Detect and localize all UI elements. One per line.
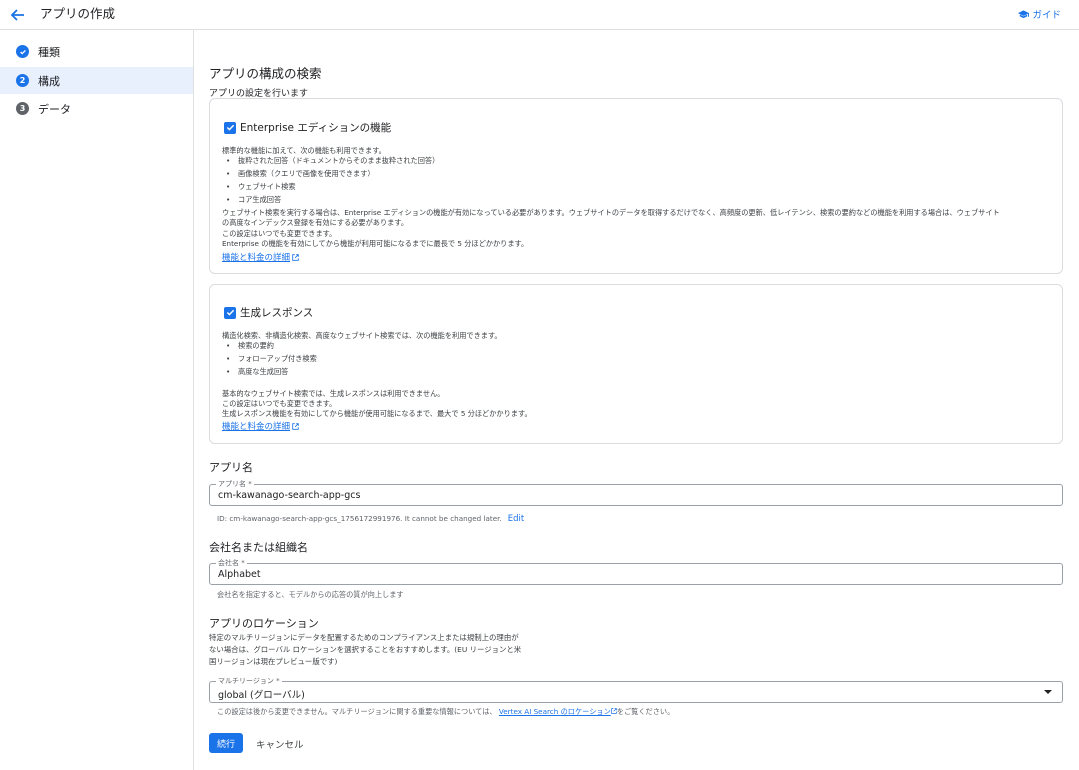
step-type[interactable]: 種類: [0, 38, 193, 65]
enterprise-label: Enterprise エディションの機能: [240, 122, 392, 134]
enterprise-note: の高度なインデックス登録を有効にする必要があります。: [222, 218, 409, 227]
guide-link[interactable]: ガイド: [1018, 7, 1061, 21]
list-item: コア生成回答: [226, 195, 281, 205]
step-number-badge: 2: [16, 74, 29, 87]
pricing-link-label: 機能と料金の詳細: [222, 253, 291, 263]
section-title: アプリの構成の検索: [209, 66, 322, 81]
app-name-label: アプリ名 *: [216, 479, 254, 489]
multiregion-value: global (グローバル): [218, 690, 305, 701]
edit-id-link[interactable]: Edit: [508, 514, 524, 524]
location-desc: ない場合は、グローバル ロケーションを選択することをおすすめします。(EU リー…: [209, 645, 522, 654]
location-hint-post: をご覧ください。: [616, 707, 675, 716]
location-hint-pre: この設定は後から変更できません。マルチリージョンに関する重要な情報については、: [217, 707, 497, 716]
company-input[interactable]: [218, 569, 998, 580]
top-bar: アプリの作成 ガイド: [0, 0, 1079, 30]
app-name-heading: アプリ名: [209, 461, 253, 474]
app-id-text: ID: cm-kawanago-search-app-gcs_175617299…: [217, 514, 502, 523]
generative-note: この設定はいつでも変更できます。: [222, 399, 337, 408]
app-name-field[interactable]: アプリ名 *: [209, 479, 1063, 506]
generative-note: 生成レスポンス機能を有効にしてから機能が使用可能になるまで、最大で 5 分ほどか…: [222, 409, 532, 418]
generative-card: 生成レスポンス 構造化検索、非構造化検索、高度なウェブサイト検索では、次の機能を…: [209, 284, 1063, 444]
page-title: アプリの作成: [40, 6, 116, 21]
step-number-badge: 3: [16, 102, 29, 115]
location-hint: この設定は後から変更できません。マルチリージョンに関する重要な情報については、 …: [217, 707, 674, 717]
step-label-config: 構成: [38, 74, 60, 88]
app-id-hint: ID: cm-kawanago-search-app-gcs_175617299…: [217, 514, 524, 524]
pricing-link[interactable]: 機能と料金の詳細: [222, 420, 299, 432]
step-config[interactable]: 2 構成: [0, 67, 193, 94]
step-label-type: 種類: [38, 45, 60, 59]
multiregion-select[interactable]: マルチリージョン * global (グローバル): [209, 676, 1063, 703]
guide-label: ガイド: [1032, 10, 1061, 21]
back-arrow-icon[interactable]: [8, 5, 28, 25]
list-item: ウェブサイト検索: [226, 182, 296, 192]
generative-label: 生成レスポンス: [240, 307, 314, 319]
location-heading: アプリのロケーション: [209, 617, 319, 630]
location-desc: 国リージョンは現在プレビュー版です): [209, 657, 338, 666]
enterprise-note: この設定はいつでも変更できます。: [222, 229, 337, 238]
list-item: 画像検索（クエリで画像を使用できます）: [226, 169, 375, 179]
location-desc: 特定のマルチリージョンにデータを配置するためのコンプライアンス上または規制上の理…: [209, 633, 519, 642]
location-doc-link[interactable]: Vertex AI Search のロケーション: [499, 707, 611, 716]
stepper-sidebar: 種類 2 構成 3 データ: [0, 30, 194, 770]
enterprise-card: Enterprise エディションの機能 標準的な機能に加えて、次の機能も利用で…: [209, 98, 1063, 274]
enterprise-note: ウェブサイト検索を実行する場合は、Enterprise エディションの機能が有効…: [222, 208, 1000, 217]
list-item: 検索の要約: [226, 341, 274, 351]
app-name-input[interactable]: [218, 490, 998, 501]
dropdown-arrow-icon: [1044, 690, 1052, 694]
enterprise-intro: 標準的な機能に加えて、次の機能も利用できます。: [222, 146, 386, 155]
enterprise-checkbox[interactable]: Enterprise エディションの機能: [224, 120, 391, 135]
checkbox-checked-icon: [224, 306, 236, 319]
enterprise-note: Enterprise の機能を有効にしてから機能が利用可能になるまでに最長で 5…: [222, 239, 529, 248]
pricing-link[interactable]: 機能と料金の詳細: [222, 251, 299, 263]
company-label: 会社名 *: [216, 558, 247, 568]
list-item: 抜粋された回答（ドキュメントからそのまま抜粋された回答）: [226, 156, 439, 166]
checkbox-checked-icon: [224, 121, 236, 134]
step-label-data: データ: [38, 102, 71, 116]
multiregion-label: マルチリージョン *: [216, 676, 282, 686]
step-data[interactable]: 3 データ: [0, 95, 193, 122]
company-heading: 会社名または組織名: [209, 541, 308, 554]
company-field[interactable]: 会社名 *: [209, 558, 1063, 585]
continue-button[interactable]: 続行: [209, 733, 243, 753]
cancel-button[interactable]: キャンセル: [256, 737, 304, 751]
generative-intro: 構造化検索、非構造化検索、高度なウェブサイト検索では、次の機能を利用できます。: [222, 331, 502, 340]
generative-note: 基本的なウェブサイト検索では、生成レスポンスは利用できません。: [222, 389, 445, 398]
company-hint: 会社名を指定すると、モデルからの応答の質が向上します: [217, 590, 404, 599]
external-link-icon: [292, 422, 299, 430]
school-icon: [1018, 9, 1030, 18]
generative-checkbox[interactable]: 生成レスポンス: [224, 305, 313, 320]
external-link-icon: [292, 253, 299, 261]
check-circle-icon: [16, 45, 29, 58]
list-item: フォローアップ付き検索: [226, 354, 317, 364]
pricing-link-label: 機能と料金の詳細: [222, 422, 291, 432]
list-item: 高度な生成回答: [226, 367, 288, 377]
